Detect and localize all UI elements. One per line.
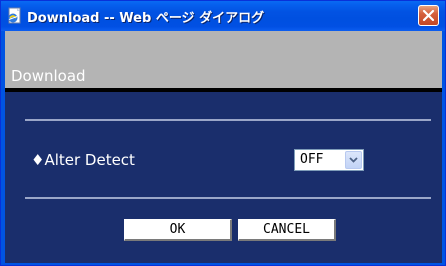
dialog-content: Download ♦Alter Detect OFF OK CANCEL bbox=[5, 31, 442, 263]
close-button[interactable] bbox=[418, 5, 439, 26]
close-icon bbox=[422, 9, 435, 22]
top-divider bbox=[25, 119, 431, 121]
title-bar[interactable]: Download -- Web ページ ダイアログ bbox=[1, 1, 445, 31]
select-value: OFF bbox=[300, 152, 324, 167]
header-bar: Download bbox=[5, 31, 442, 91]
bottom-divider bbox=[25, 197, 431, 199]
chevron-down-icon bbox=[349, 157, 358, 163]
ok-button[interactable]: OK bbox=[124, 219, 232, 241]
alter-detect-label: ♦Alter Detect bbox=[31, 151, 135, 169]
dialog-window: Download -- Web ページ ダイアログ Download ♦Alte… bbox=[0, 0, 446, 266]
header-divider bbox=[5, 88, 442, 92]
window-title: Download -- Web ページ ダイアログ bbox=[27, 11, 265, 26]
cancel-button[interactable]: CANCEL bbox=[238, 219, 336, 241]
select-dropdown-button[interactable] bbox=[345, 151, 362, 169]
page-title: Download bbox=[11, 67, 86, 85]
alter-detect-select[interactable]: OFF bbox=[294, 149, 364, 171]
ie-page-icon bbox=[7, 7, 23, 25]
